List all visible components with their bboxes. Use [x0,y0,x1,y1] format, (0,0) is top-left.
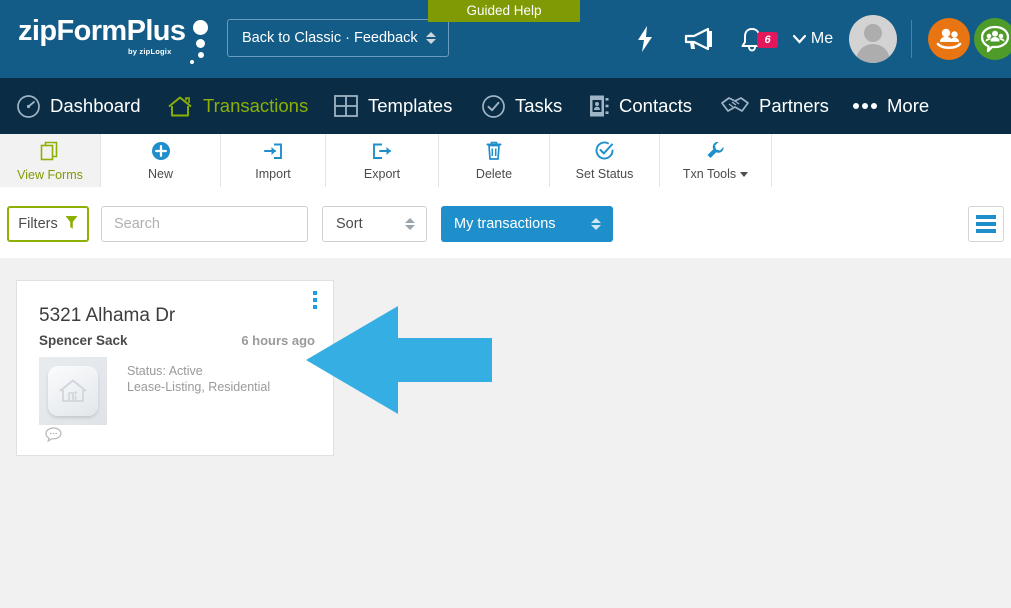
txn-tools-text: Txn Tools [682,167,737,181]
toolbar-label-import: Import [255,166,291,181]
toolbar-label-delete: Delete [475,167,513,181]
transaction-card[interactable]: 5321 Alhama Dr Spencer Sack 6 hours ago … [16,280,334,456]
toolbar-button-delete[interactable]: Delete [439,134,550,187]
speedometer-icon [16,94,41,119]
app-logo[interactable]: zipFormPlus [18,15,186,47]
nav-item-transactions[interactable]: Transactions [166,78,308,134]
user-menu-button[interactable]: Me [781,0,845,78]
sort-select[interactable]: Sort [322,206,427,242]
plus-circle-icon [151,141,171,164]
kebab-menu-icon[interactable] [307,290,323,310]
partners-orange-icon[interactable] [923,0,975,78]
logo-subtitle: by zipLogix [128,47,172,56]
toolbar-button-set-status[interactable]: Txn Tools Set Status [550,134,660,187]
avatar[interactable] [843,0,903,78]
community-green-icon[interactable] [969,0,1011,78]
toolbar-button-new[interactable]: New [101,134,221,187]
nav-label-more: More [887,95,930,116]
logo-text-main: zipForm [18,15,127,47]
toolbar-label-view-forms: View Forms [17,167,83,182]
transaction-type: Lease-Listing, Residential [127,380,271,394]
home-icon [166,94,194,119]
notification-badge: 6 [757,32,778,48]
toolbar-button-view-forms[interactable]: View Forms [0,134,101,187]
back-to-classic-select[interactable]: Back to Classic · Feedback [227,19,449,57]
back-to-classic-label: Back to Classic · Feedback [242,30,418,46]
toolbar-button-export[interactable]: Export [326,134,439,187]
zipform-plus-app: zipFormPlus by zipLogix Back to Classic … [0,0,1011,608]
comment-icon[interactable] [45,427,62,447]
copy-forms-icon [39,140,61,165]
header-icon-group: 6 Me [611,0,1011,78]
nav-item-dashboard[interactable]: Dashboard [16,78,141,134]
transaction-agent: Spencer Sack [39,333,128,348]
chevron-updown-icon [426,32,448,44]
transaction-title: 5321 Alhama Dr [39,305,176,326]
house-icon [48,366,98,416]
nav-label-dashboard: Dashboard [50,95,141,116]
chevron-updown-icon [405,218,426,230]
megaphone-icon[interactable] [677,0,721,78]
toolbar-label-export: Export [363,166,401,181]
check-circle-icon [594,140,615,164]
my-transactions-label: My transactions [454,216,556,232]
nav-item-partners[interactable]: Partners [720,78,829,134]
transaction-timestamp: 6 hours ago [241,333,315,348]
sort-label: Sort [336,216,363,232]
transactions-list-area: 5321 Alhama Dr Spencer Sack 6 hours ago … [0,258,1011,608]
caret-down-icon [740,172,749,177]
bell-icon[interactable]: 6 [733,0,778,78]
nav-label-transactions: Transactions [203,95,309,116]
grid-icon [333,93,359,119]
toolbar-label-set-status: Txn Tools Set Status [576,168,634,181]
toolbar-button-txn-tools[interactable]: Txn Tools [660,134,772,187]
user-menu-label: Me [810,30,834,47]
my-transactions-select[interactable]: My transactions [441,206,613,242]
wrench-icon [705,140,726,164]
nav-item-tasks[interactable]: Tasks [481,78,562,134]
logo-text-plus: Plus [126,15,186,47]
nav-label-templates: Templates [368,95,453,116]
header-divider [911,20,912,58]
transaction-status: Status: Active [127,364,203,378]
toolbar-label-new: New [147,166,173,181]
set-status-text: Set Status [575,167,634,181]
ellipsis-icon [852,102,878,110]
nav-item-more[interactable]: More [852,78,929,134]
filter-bar: Filters Sort My transactions [0,188,1011,258]
nav-label-partners: Partners [759,95,829,116]
chevron-updown-icon [591,218,613,230]
guided-help-tab[interactable]: Guided Help [428,0,580,22]
app-header: zipFormPlus by zipLogix Back to Classic … [0,0,1011,78]
nav-label-tasks: Tasks [515,95,563,116]
list-view-toggle-button[interactable] [968,206,1004,242]
toolbar-label-txn-tools: Txn Tools [682,167,749,181]
nav-item-contacts[interactable]: Contacts [588,78,692,134]
trash-icon [484,140,504,164]
search-input[interactable] [101,206,308,242]
filters-label: Filters [18,216,58,232]
logo-dots-icon [190,18,216,64]
action-toolbar: View Forms New Import Export Delete Set … [0,134,1011,189]
lightning-bolt-icon[interactable] [627,0,663,78]
filters-button[interactable]: Filters [7,206,89,242]
import-icon [262,141,284,164]
main-navigation: Dashboard Transactions Templates Tasks C [0,78,1011,134]
check-circle-icon [481,94,506,119]
nav-item-templates[interactable]: Templates [333,78,452,134]
toolbar-button-import[interactable]: Import [221,134,326,187]
nav-label-contacts: Contacts [619,95,693,116]
address-book-icon [588,93,610,119]
handshake-icon [720,94,750,118]
funnel-icon [65,215,78,234]
chevron-down-icon [792,34,806,44]
export-icon [371,141,393,164]
transaction-meta: Status: Active Lease-Listing, Residentia… [127,363,270,395]
transaction-thumbnail [39,357,107,425]
